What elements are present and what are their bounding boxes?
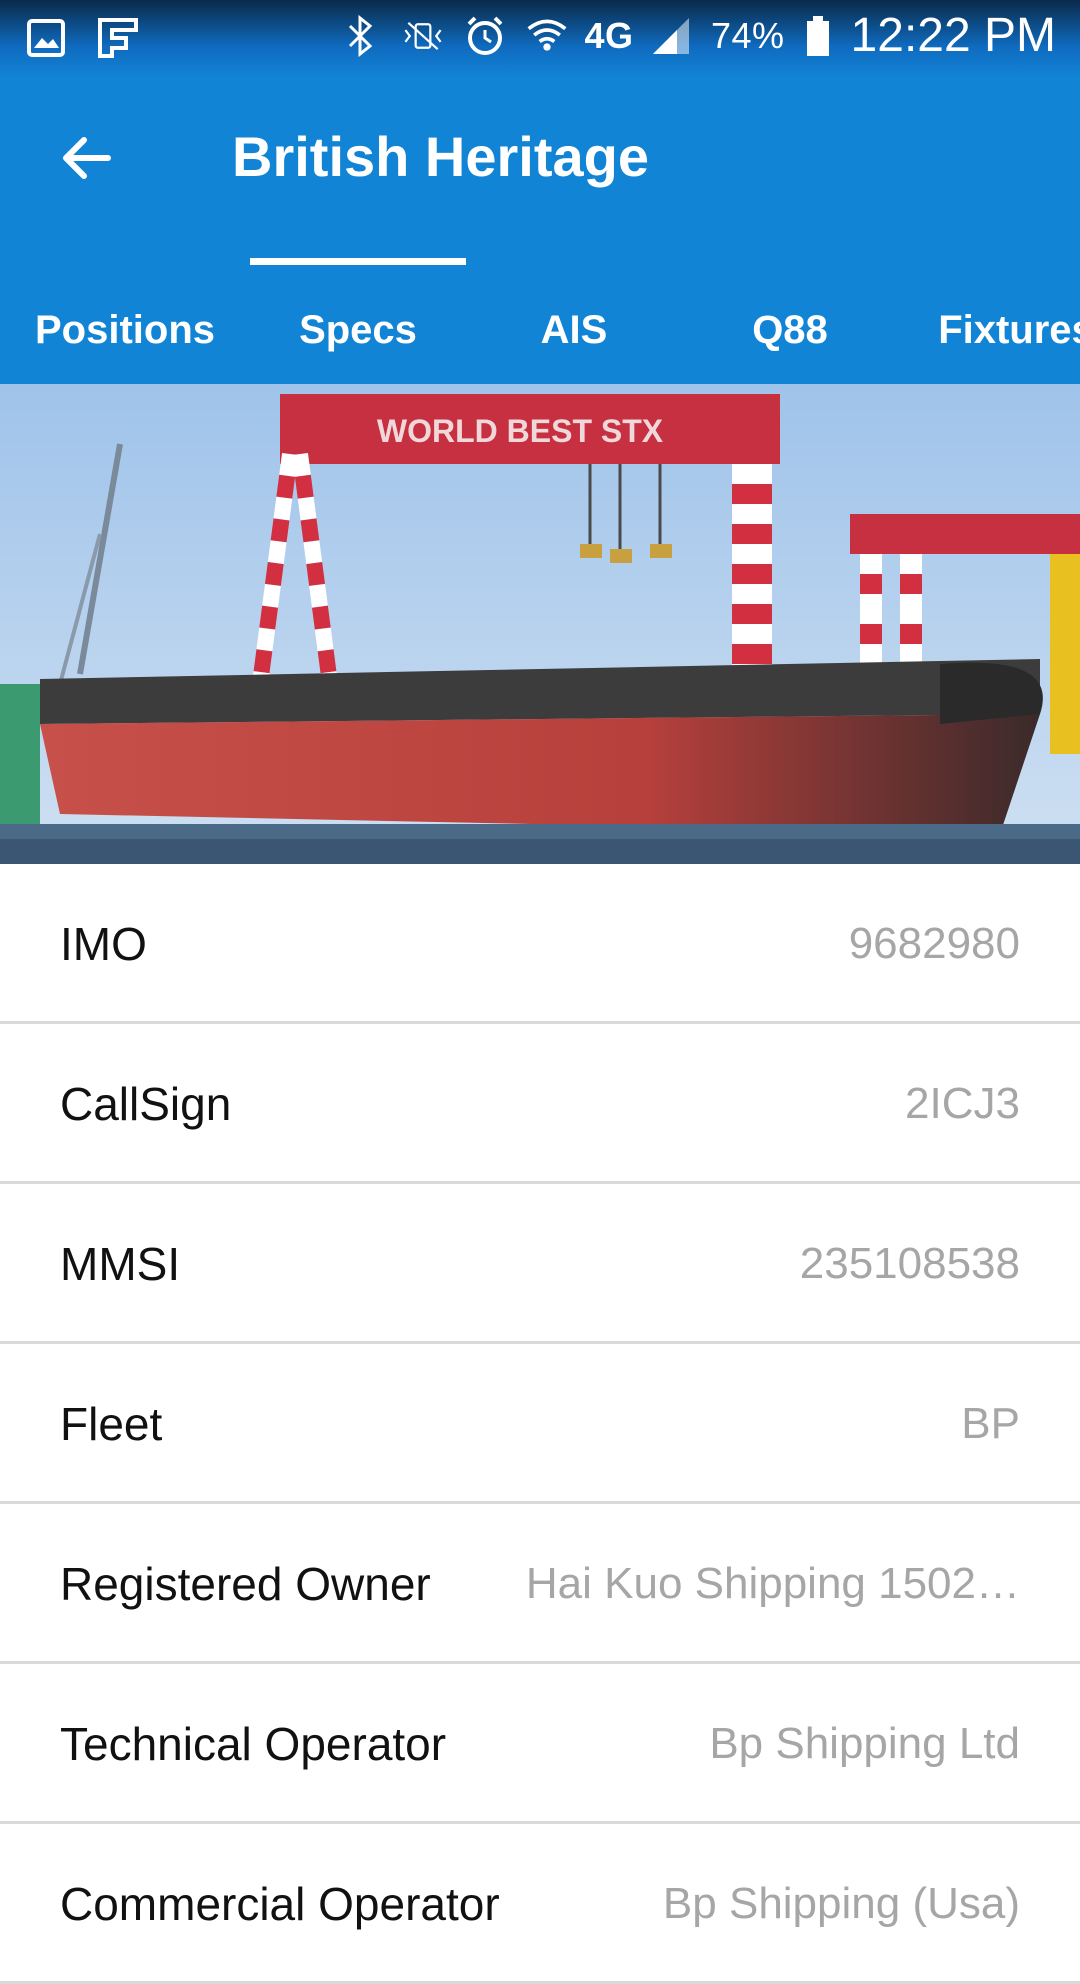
spec-row-technical-operator: Technical Operator Bp Shipping Ltd (0, 1664, 1080, 1824)
spec-value: Bp Shipping (Usa) (662, 1879, 1020, 1928)
spec-label: IMO (60, 918, 147, 970)
spec-label: MMSI (60, 1238, 181, 1290)
tab-q88[interactable]: Q88 (682, 276, 898, 384)
4g-lte-icon: 4G (584, 14, 634, 56)
spec-row-mmsi: MMSI 235108538 (0, 1184, 1080, 1344)
vessel-photo: WORLD BEST STX (0, 384, 1080, 864)
battery-percent: 74% (710, 14, 785, 56)
clock: 12:22 PM (850, 9, 1056, 62)
flipboard-icon (96, 14, 140, 62)
spec-value: 2ICJ3 (905, 1079, 1020, 1128)
gallery-icon (24, 14, 68, 62)
alarm-icon (463, 12, 507, 60)
spec-label: Registered Owner (60, 1558, 431, 1610)
spec-value: Hai Kuo Shipping 1502… (525, 1559, 1020, 1608)
spec-label: CallSign (60, 1078, 232, 1130)
tab-specs[interactable]: Specs (250, 276, 466, 384)
spec-value: 9682980 (848, 919, 1020, 968)
tab-fixtures[interactable]: Fixtures (898, 276, 1080, 384)
spec-row-registered-owner: Registered Owner Hai Kuo Shipping 1502… (0, 1504, 1080, 1664)
spec-row-callsign: CallSign 2ICJ3 (0, 1024, 1080, 1184)
active-tab-indicator (250, 258, 466, 265)
tab-positions[interactable]: Positions (0, 276, 250, 384)
spec-label: Fleet (60, 1398, 163, 1450)
wifi-icon (525, 12, 569, 60)
signal-icon (649, 12, 693, 60)
page-title: British Heritage (232, 125, 649, 188)
battery-icon (803, 12, 833, 60)
status-bar: 4G 74% 12:22 PM (0, 0, 1080, 78)
crane-text: WORLD BEST STX (377, 413, 664, 449)
arrow-left-icon (63, 137, 111, 179)
spec-label: Technical Operator (60, 1718, 447, 1770)
spec-value: 235108538 (799, 1239, 1020, 1288)
spec-row-fleet: Fleet BP (0, 1344, 1080, 1504)
specs-list: IMO 9682980 CallSign 2ICJ3 MMSI 23510853… (0, 864, 1080, 1984)
tab-bar: Positions Specs AIS Q88 Fixtures (0, 276, 1080, 384)
back-button[interactable] (48, 120, 124, 196)
spec-row-commercial-operator: Commercial Operator Bp Shipping (Usa) (0, 1824, 1080, 1984)
bluetooth-icon (339, 12, 383, 60)
spec-label: Commercial Operator (60, 1878, 500, 1930)
spec-value: Bp Shipping Ltd (709, 1719, 1020, 1768)
tab-ais[interactable]: AIS (466, 276, 682, 384)
vibrate-icon (401, 12, 445, 60)
spec-value: BP (961, 1399, 1020, 1448)
app-bar: British Heritage Positions Specs AIS Q88… (0, 78, 1080, 384)
spec-row-imo: IMO 9682980 (0, 864, 1080, 1024)
